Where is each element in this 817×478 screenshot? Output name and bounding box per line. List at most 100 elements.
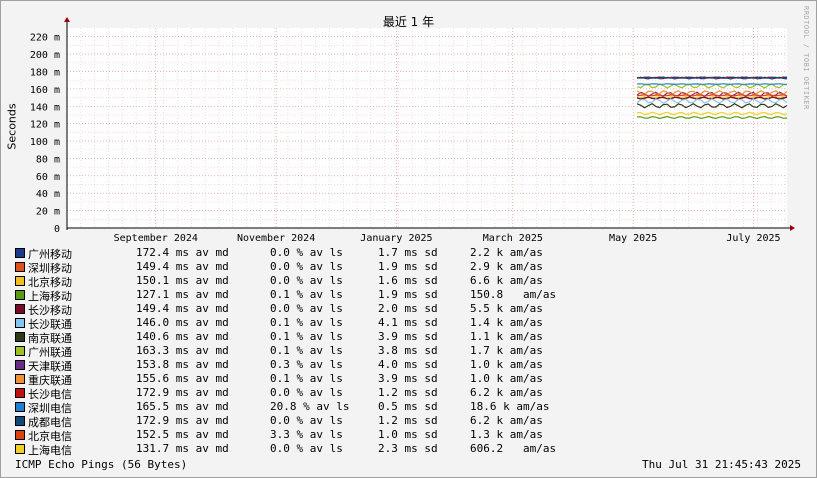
legend-sd-value: 3.8 ms sd [378, 344, 438, 357]
legend-loss-value: 0.0 % av ls [270, 414, 343, 427]
x-tick-label: November 2024 [237, 233, 315, 244]
legend-amas-value: 1.0 k am/as [470, 358, 543, 371]
legend-loss-value: 0.1 % av ls [270, 330, 343, 343]
y-tick-label: 200 m [30, 50, 60, 61]
legend-amas-value: 6.6 k am/as [470, 274, 543, 287]
legend-loss-value: 0.0 % av ls [270, 386, 343, 399]
legend-avg-value: 172.9 ms av md [136, 414, 229, 427]
series-line [637, 83, 788, 85]
legend-avg-value: 155.6 ms av md [136, 372, 229, 385]
y-tick-label: 60 m [36, 172, 60, 183]
legend-sd-value: 0.5 ms sd [378, 400, 438, 413]
legend-swatch [15, 248, 25, 258]
legend-amas-value: 2.2 k am/as [470, 246, 543, 259]
y-tick-label: 120 m [30, 120, 60, 131]
legend-loss-value: 0.1 % av ls [270, 344, 343, 357]
legend-loss-value: 0.1 % av ls [270, 288, 343, 301]
legend-swatch [15, 304, 25, 314]
legend-amas-value: 6.2 k am/as [470, 386, 543, 399]
legend-swatch [15, 332, 25, 342]
legend-sd-value: 1.2 ms sd [378, 386, 438, 399]
legend-avg-value: 153.8 ms av md [136, 358, 229, 371]
legend-swatch [15, 262, 25, 272]
legend-swatch [15, 444, 25, 454]
legend-amas-value: 6.2 k am/as [470, 414, 543, 427]
legend-avg-value: 149.4 ms av md [136, 260, 229, 273]
legend-avg-value: 150.1 ms av md [136, 274, 229, 287]
legend-sd-value: 4.1 ms sd [378, 316, 438, 329]
legend-avg-value: 149.4 ms av md [136, 302, 229, 315]
legend-swatch [15, 290, 25, 300]
legend-swatch [15, 430, 25, 440]
x-axis-arrow [790, 225, 795, 231]
legend-avg-value: 146.0 ms av md [136, 316, 229, 329]
y-axis-label: Seconds [5, 103, 19, 150]
y-tick-label: 80 m [36, 154, 60, 165]
footer-timestamp: Thu Jul 31 21:45:43 2025 [642, 458, 801, 471]
legend-avg-value: 152.5 ms av md [136, 428, 229, 441]
legend-avg-value: 131.7 ms av md [136, 442, 229, 455]
y-tick-label: 100 m [30, 137, 60, 148]
legend-amas-value: 150.8 am/as [470, 288, 557, 301]
x-tick-label: March 2025 [483, 233, 543, 244]
plot-area [67, 28, 787, 228]
legend-loss-value: 0.0 % av ls [270, 302, 343, 315]
legend-sd-value: 1.9 ms sd [378, 288, 438, 301]
legend-loss-value: 3.3 % av ls [270, 428, 343, 441]
legend-amas-value: 2.9 k am/as [470, 260, 543, 273]
legend-sd-value: 4.0 ms sd [378, 358, 438, 371]
legend-sd-value: 3.9 ms sd [378, 330, 438, 343]
x-tick-label: January 2025 [360, 233, 432, 244]
y-tick-label: 220 m [30, 33, 60, 44]
legend-loss-value: 0.0 % av ls [270, 442, 343, 455]
y-tick-label: 0 [54, 224, 60, 235]
x-tick-label: July 2025 [726, 233, 780, 244]
legend-sd-value: 1.2 ms sd [378, 414, 438, 427]
legend-avg-value: 172.9 ms av md [136, 386, 229, 399]
legend-sd-value: 1.6 ms sd [378, 274, 438, 287]
x-tick-label: May 2025 [609, 233, 657, 244]
y-tick-label: 40 m [36, 189, 60, 200]
y-tick-label: 20 m [36, 207, 60, 218]
legend-swatch [15, 346, 25, 356]
legend-series-name: 上海电信 [28, 444, 72, 457]
legend-loss-value: 0.0 % av ls [270, 260, 343, 273]
legend-avg-value: 165.5 ms av md [136, 400, 229, 413]
y-tick-label: 160 m [30, 85, 60, 96]
legend-sd-value: 1.0 ms sd [378, 428, 438, 441]
legend-amas-value: 1.4 k am/as [470, 316, 543, 329]
chart-title: 最近 1 年 [382, 15, 435, 29]
legend-loss-value: 0.0 % av ls [270, 274, 343, 287]
y-tick-label: 180 m [30, 67, 60, 78]
legend-swatch [15, 276, 25, 286]
legend-avg-value: 140.6 ms av md [136, 330, 229, 343]
legend-avg-value: 127.1 ms av md [136, 288, 229, 301]
y-tick-label: 140 m [30, 102, 60, 113]
x-tick-label: September 2024 [114, 233, 198, 244]
legend-loss-value: 0.1 % av ls [270, 316, 343, 329]
legend-swatch [15, 374, 25, 384]
legend-sd-value: 1.7 ms sd [378, 246, 438, 259]
legend-loss-value: 20.8 % av ls [270, 400, 350, 413]
legend-amas-value: 1.1 k am/as [470, 330, 543, 343]
legend-sd-value: 2.3 ms sd [378, 442, 438, 455]
legend-sd-value: 2.0 ms sd [378, 302, 438, 315]
legend-amas-value: 1.0 k am/as [470, 372, 543, 385]
legend-avg-value: 163.3 ms av md [136, 344, 229, 357]
legend-swatch [15, 318, 25, 328]
legend-swatch [15, 416, 25, 426]
legend-loss-value: 0.3 % av ls [270, 358, 343, 371]
legend-amas-value: 5.5 k am/as [470, 302, 543, 315]
legend-amas-value: 1.7 k am/as [470, 344, 543, 357]
legend-sd-value: 1.9 ms sd [378, 260, 438, 273]
legend-loss-value: 0.1 % av ls [270, 372, 343, 385]
legend-avg-value: 172.4 ms av md [136, 246, 229, 259]
legend-amas-value: 18.6 k am/as [470, 400, 550, 413]
legend-swatch [15, 388, 25, 398]
legend-sd-value: 3.9 ms sd [378, 372, 438, 385]
rrdtool-watermark: RRDTOOL / TOBI OETIKER [802, 6, 810, 110]
legend-amas-value: 606.2 am/as [470, 442, 557, 455]
footer-description: ICMP Echo Pings (56 Bytes) [15, 458, 188, 471]
legend-swatch [15, 402, 25, 412]
legend-swatch [15, 360, 25, 370]
